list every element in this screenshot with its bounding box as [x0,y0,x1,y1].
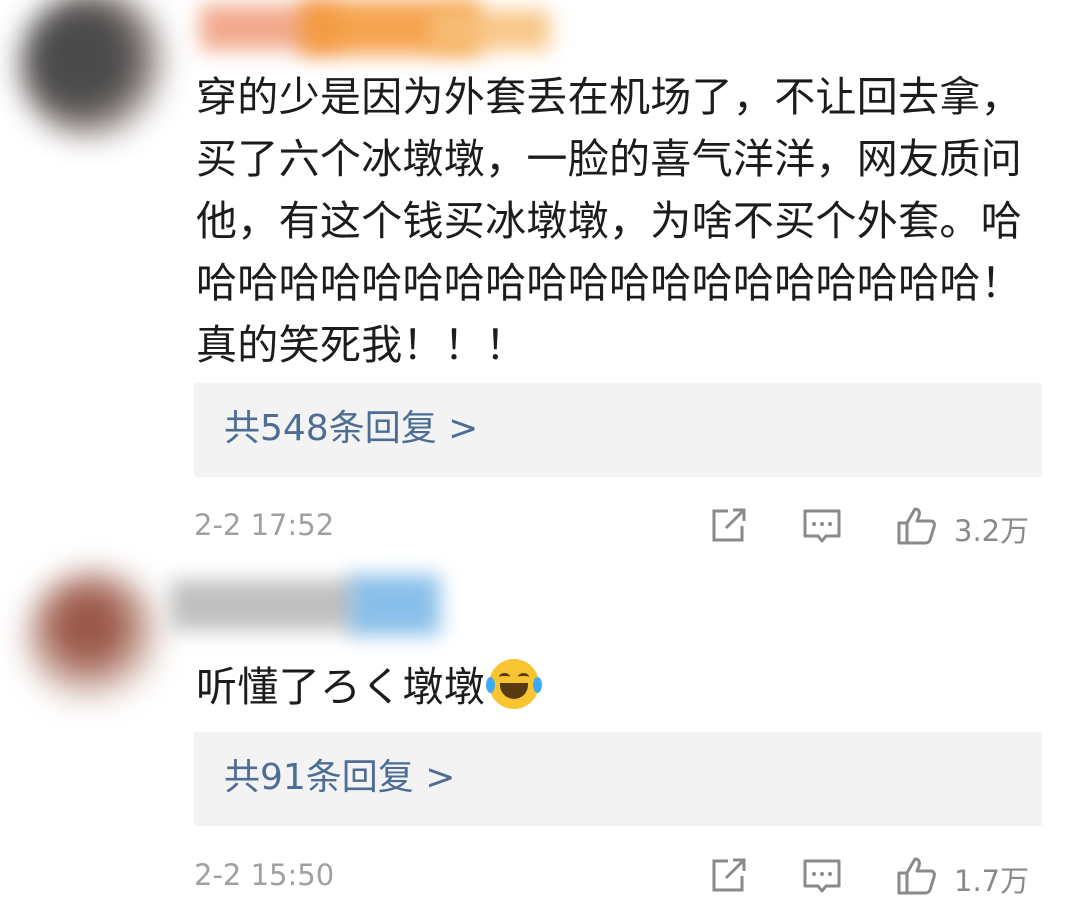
comment-icon [803,859,841,893]
comment-button[interactable] [800,854,844,898]
timestamp: 2-2 17:52 [194,508,335,542]
share-icon [712,858,746,892]
like-count: 3.2万 [954,514,1030,548]
like-button[interactable]: 1.7万 [894,854,1042,898]
view-replies-button[interactable]: 共91条回复 > [194,732,1042,826]
timestamp: 2-2 15:50 [194,858,335,892]
comment-text: 穿的少是因为外套丢在机场了，不让回去拿， 买了六个冰墩墩，一脸的喜气洋洋，网友质… [196,73,1022,369]
comment-icon [803,509,841,543]
comment-meta: 2-2 15:50 1.7万 [194,850,1042,900]
like-button[interactable]: 3.2万 [894,504,1042,548]
thumbs-up-icon [897,507,936,545]
comment-text-content: 听懂了ろく墩墩 [196,663,486,711]
replies-label: 共548条回复 > [224,408,479,449]
view-replies-button[interactable]: 共548条回复 > [194,383,1042,477]
share-button[interactable] [706,854,750,898]
share-button[interactable] [706,504,750,548]
thumbs-up-icon [897,857,936,895]
replies-label: 共91条回复 > [224,757,456,798]
share-icon [712,508,746,542]
comment-meta: 2-2 17:52 3.2万 [194,500,1042,550]
laughing-crying-emoji [486,659,543,709]
comment-button[interactable] [800,504,844,548]
comment-text: 听懂了ろく墩墩 [196,656,1056,718]
comment-item: 听懂了ろく墩墩 共91条回复 > 2-2 15:50 1.7万 [0,560,1080,902]
like-count: 1.7万 [954,864,1030,898]
comment-item: 穿的少是因为外套丢在机场了，不让回去拿， 买了六个冰墩墩，一脸的喜气洋洋，网友质… [0,0,1080,560]
